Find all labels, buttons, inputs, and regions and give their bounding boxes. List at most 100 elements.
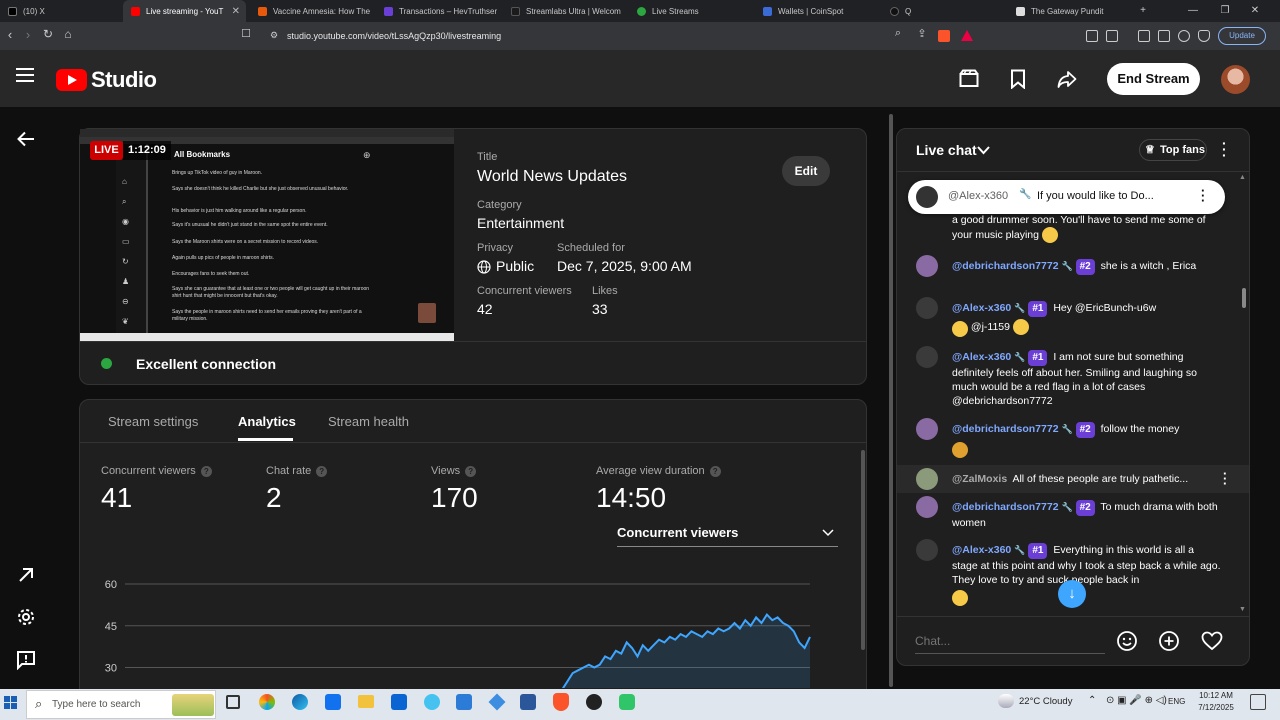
emoji-picker-icon[interactable] [1116,630,1138,652]
home-icon[interactable]: ⌂ [60,27,76,41]
avatar[interactable] [916,346,938,368]
vpn-icon[interactable] [1198,30,1210,42]
chevron-down-icon[interactable] [977,146,990,155]
help-icon[interactable]: ? [465,465,477,477]
bookmark-icon[interactable] [1008,69,1028,89]
help-icon[interactable]: ? [709,465,721,477]
help-icon[interactable]: ? [316,465,328,477]
file-explorer-icon[interactable] [358,695,374,708]
share-icon[interactable] [1057,69,1077,89]
forward-icon[interactable]: › [20,27,36,42]
tab-stream-settings[interactable]: Stream settings [108,414,198,429]
avatar[interactable] [916,496,938,518]
taskbar-search[interactable]: ⌕ Type here to search [26,690,216,719]
share-icon[interactable]: ⇪ [914,27,930,40]
avatar[interactable] [1221,65,1250,94]
settings-gear-icon[interactable] [16,607,36,627]
browser-tab[interactable]: Transactions – HevTruthser [376,0,500,22]
close-tab-icon[interactable]: ✕ [232,6,240,17]
avatar[interactable] [916,297,938,319]
menu-icon[interactable] [16,68,34,82]
tray-icons[interactable]: ⊙ ▣ 🎤 ⊕ ◁) [1106,695,1167,706]
avatar[interactable] [916,468,938,490]
top-fans-button[interactable]: ♕ Top fans [1139,139,1207,161]
store-icon[interactable] [325,694,341,710]
pop-out-icon[interactable] [16,565,36,585]
sidebar-icon[interactable] [1138,30,1150,42]
pinned-message[interactable]: @Alex-x360 🔧 If you would like to Do... … [908,180,1225,214]
close-window-icon[interactable]: ✕ [1240,0,1270,22]
member-badge: #2 [1075,259,1095,275]
leo-icon[interactable] [1178,30,1190,42]
browser-tab[interactable]: The Gateway Pundit [1008,0,1132,22]
word-icon[interactable] [520,694,536,710]
browser-tab[interactable]: Wallets | CoinSpot [755,0,879,22]
help-icon[interactable]: ? [200,465,212,477]
tab-stream-health[interactable]: Stream health [328,414,409,429]
edit-button[interactable]: Edit [782,156,830,186]
tab-analytics[interactable]: Analytics [238,414,296,429]
feedback-icon[interactable] [16,650,36,670]
url-field[interactable]: studio.youtube.com/video/tLssAgQzp30/liv… [287,31,501,41]
notifications-icon[interactable] [1250,694,1266,710]
panel-scrollbar[interactable] [861,450,865,650]
browser-tab[interactable]: Streamlabs Ultra | Welcom [503,0,627,22]
stat-label: Chat rate? [266,465,328,477]
scroll-down-icon[interactable]: ▼ [1239,606,1246,613]
scroll-up-icon[interactable]: ▲ [1239,174,1246,181]
task-view-icon[interactable] [226,695,240,709]
wallet-icon[interactable] [1158,30,1170,42]
extensions-icon[interactable] [1086,30,1098,42]
brave-icon[interactable] [553,693,569,711]
copilot-icon[interactable] [259,694,275,710]
search-highlight-icon [172,694,214,716]
chat-scrollbar[interactable] [1242,288,1246,308]
edge-icon[interactable] [292,694,308,710]
media-icon[interactable] [1106,30,1118,42]
more-vert-icon[interactable]: · · · [1222,136,1228,162]
reload-icon[interactable]: ↻ [40,27,56,41]
clapperboard-icon[interactable] [959,69,979,89]
studio-logo[interactable]: Studio [56,67,157,93]
clock[interactable]: 10:12 AM 7/12/2025 [1194,690,1238,714]
maximize-icon[interactable]: ❐ [1210,0,1240,22]
heart-icon[interactable] [1201,631,1223,651]
browser-tab[interactable]: Vaccine Amnesia: How The [250,0,374,22]
browser-tab[interactable]: Live streaming - YouT ✕ [123,0,246,22]
more-vert-icon[interactable]: · · · [1201,184,1205,207]
new-tab-icon[interactable]: + [1128,0,1158,22]
update-button[interactable]: Update [1218,27,1266,45]
browser-tab[interactable]: Live Streams [629,0,753,22]
more-vert-icon[interactable]: · · · [1223,467,1227,490]
language-indicator[interactable]: ENG [1168,697,1185,706]
bookmark-icon[interactable]: ☐ [238,27,254,40]
windows-start-icon[interactable] [4,696,18,710]
outlook-icon[interactable] [391,694,407,710]
scroll-down-arrow-icon[interactable]: ↓ [1058,580,1086,608]
zoom-icon[interactable]: ⌕ [890,27,906,40]
brave-shield-icon[interactable] [938,30,950,42]
tray-chevron-icon[interactable]: ⌃ [1088,695,1096,706]
site-info-icon[interactable]: ⚙ [266,30,282,41]
streamlabs-icon[interactable] [619,694,635,710]
page-scrollbar[interactable] [889,114,893,687]
back-icon[interactable]: ‹ [2,27,18,42]
app-icon[interactable] [456,694,472,710]
minimize-icon[interactable]: — [1178,0,1208,22]
chat-input[interactable] [915,628,1105,654]
metric-select[interactable]: Concurrent viewers [617,523,838,547]
rewards-icon[interactable] [961,30,973,41]
add-icon[interactable] [1158,630,1180,652]
avatar[interactable] [916,418,938,440]
wrench-icon: 🔧 [1019,189,1032,200]
weather-text[interactable]: 22°C Cloudy [1019,696,1072,707]
browser-tab[interactable]: Q [882,0,1006,22]
app-icon[interactable] [424,694,440,710]
avatar[interactable] [916,255,938,277]
browser-tab[interactable]: (10) X [0,0,118,22]
end-stream-button[interactable]: End Stream [1107,63,1200,95]
avatar[interactable] [916,539,938,561]
live-chat-title[interactable]: Live chat [916,142,977,158]
back-arrow-icon[interactable] [16,129,36,149]
app-icon[interactable] [586,694,602,710]
